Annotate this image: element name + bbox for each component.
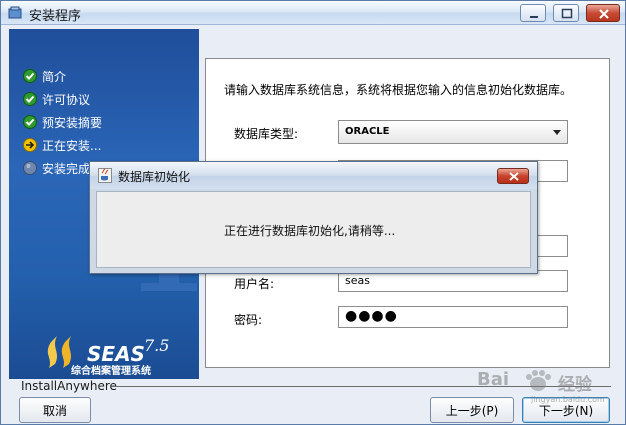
- db-type-label: 数据库类型:: [234, 127, 299, 141]
- minimize-icon: [530, 16, 538, 18]
- arrow-right-icon: [23, 138, 37, 152]
- db-type-value: ORACLE: [345, 126, 390, 137]
- check-icon: [23, 92, 37, 106]
- title-bar: 安装程序: [1, 1, 625, 25]
- db-type-select[interactable]: ORACLE: [338, 120, 568, 144]
- next-button-label: 下一步(N): [538, 403, 594, 418]
- dialog-message: 正在进行数据库初始化,请稍等...: [224, 224, 396, 238]
- brand-subtitle: 综合档案管理系统: [71, 366, 151, 377]
- password-value: ●●●●: [345, 308, 398, 324]
- minimize-button[interactable]: [520, 4, 546, 22]
- installer-app-icon: [8, 6, 22, 19]
- close-icon: [599, 9, 609, 19]
- dialog-title-bar: 数据库初始化: [90, 162, 537, 189]
- step-preinstall-summary: 预安装摘要: [23, 113, 102, 131]
- pending-circle-icon: [23, 161, 37, 175]
- check-icon: [23, 115, 37, 129]
- instruction-text: 请输入数据库系统信息，系统将根据您输入的信息初始化数据库。: [224, 83, 573, 97]
- check-icon: [23, 69, 37, 83]
- maximize-button[interactable]: [553, 4, 579, 22]
- brand-version: 7.5: [144, 336, 170, 355]
- password-field[interactable]: ●●●●: [338, 306, 568, 328]
- close-icon: [509, 172, 519, 181]
- step-install-complete: 安装完成: [23, 159, 90, 177]
- dialog-close-button[interactable]: [497, 168, 529, 184]
- close-button[interactable]: [586, 4, 620, 22]
- step-intro: 简介: [23, 67, 66, 85]
- cancel-button-label: 取消: [42, 403, 67, 418]
- password-label: 密码:: [234, 313, 263, 327]
- watermark-suffix: 经验: [558, 375, 592, 395]
- baidu-paw-icon: [526, 370, 551, 391]
- step-installing: 正在安装...: [23, 136, 101, 154]
- step-label: 安装完成: [42, 161, 91, 176]
- java-cup-icon: [98, 168, 112, 183]
- watermark-url: jingyan.baidu.com: [531, 395, 605, 404]
- username-label: 用户名:: [234, 277, 275, 291]
- step-license: 许可协议: [23, 90, 90, 108]
- back-button[interactable]: 上一步(P): [430, 397, 514, 423]
- chevron-down-icon: [553, 130, 561, 135]
- maximize-icon: [561, 8, 573, 19]
- installanywhere-label: InstallAnywhere: [21, 379, 117, 393]
- dialog-body: 正在进行数据库初始化,请稍等...: [96, 191, 531, 268]
- username-value: seas: [345, 274, 370, 287]
- step-label: 正在安装...: [42, 138, 102, 153]
- step-label: 许可协议: [42, 92, 91, 107]
- step-label: 预安装摘要: [42, 115, 103, 130]
- window-title: 安装程序: [29, 9, 82, 24]
- step-label: 简介: [42, 69, 67, 84]
- db-init-dialog: 数据库初始化 正在进行数据库初始化,请稍等...: [89, 161, 538, 274]
- cancel-button[interactable]: 取消: [19, 397, 91, 423]
- back-button-label: 上一步(P): [445, 403, 499, 418]
- watermark-text: Bai: [477, 369, 510, 390]
- dialog-title: 数据库初始化: [118, 170, 191, 184]
